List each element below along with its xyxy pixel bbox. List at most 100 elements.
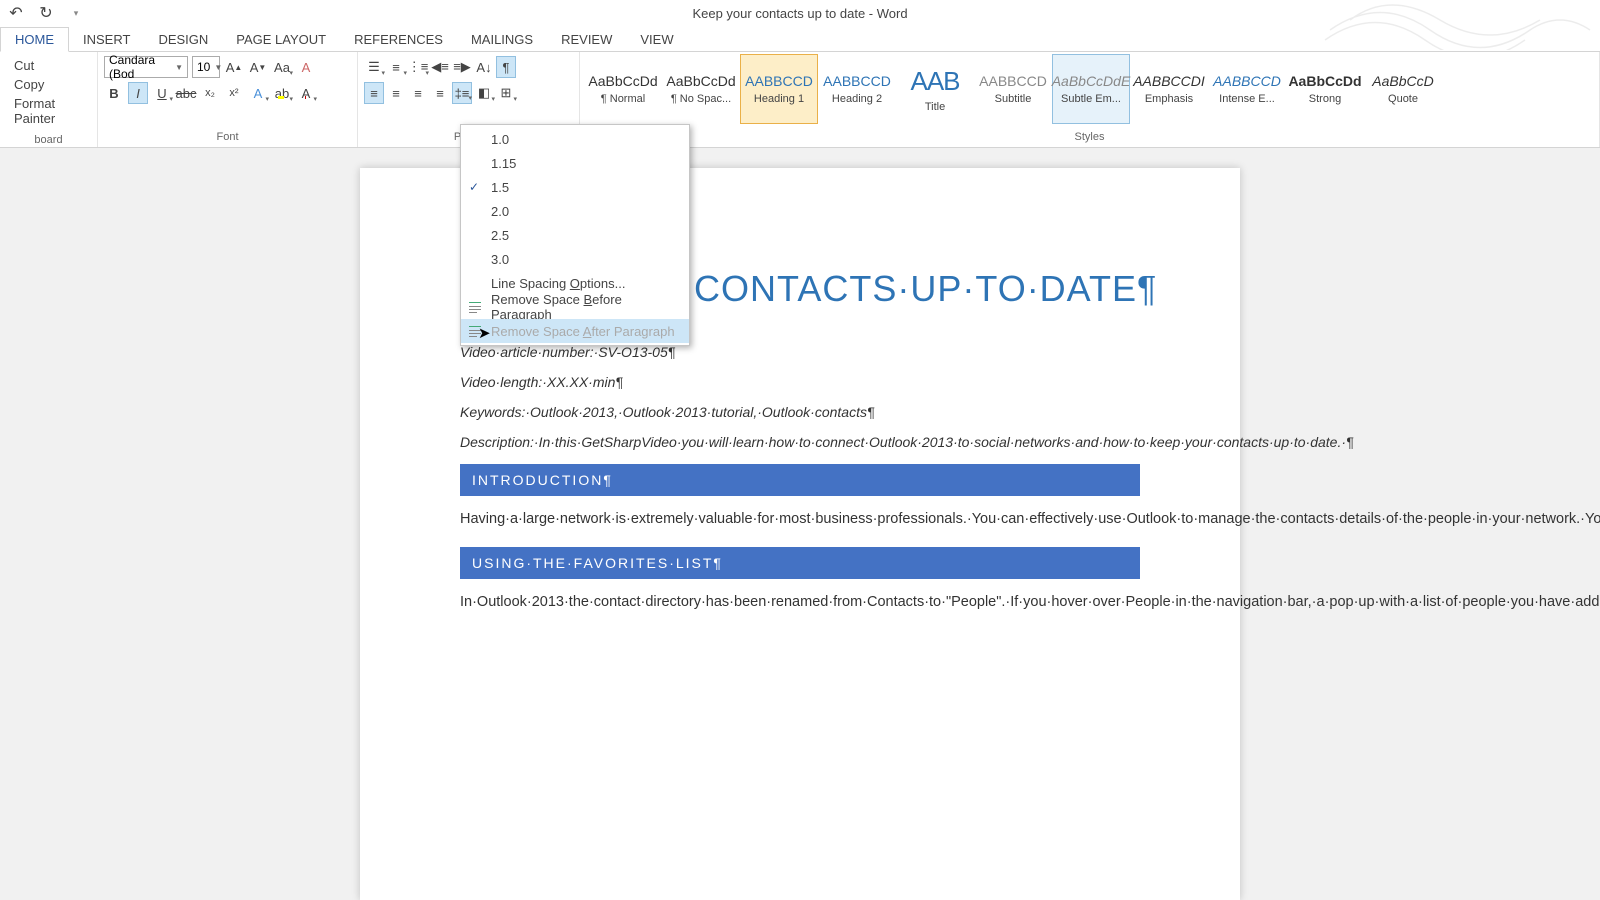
undo-icon[interactable]: ↶ [8, 5, 24, 21]
style-preview: AABBCCDI [1133, 73, 1205, 89]
align-left-button[interactable]: ≡ [364, 82, 384, 104]
change-case-button[interactable]: Aa▾ [272, 56, 292, 78]
style-preview: AaBbCcDd [588, 73, 657, 89]
borders-button[interactable]: ⊞▾ [496, 82, 516, 104]
line-spacing-option[interactable]: 1.15 [461, 151, 689, 175]
body-paragraph[interactable]: In·Outlook·2013·the·contact·directory·ha… [460, 589, 1140, 616]
qat-customize-icon[interactable]: ▾ [68, 5, 84, 21]
justify-button[interactable]: ≡ [430, 82, 450, 104]
highlight-button[interactable]: ab▾ [272, 82, 292, 104]
style-strong[interactable]: AaBbCcDd Strong [1286, 54, 1364, 124]
sort-button[interactable]: A↓ [474, 56, 494, 78]
increase-indent-button[interactable]: ≡▶ [452, 56, 472, 78]
styles-group-label: Styles [580, 129, 1599, 147]
tab-design[interactable]: DESIGN [144, 28, 222, 51]
redo-icon[interactable]: ↻ [38, 5, 54, 21]
document-area[interactable]: KEEP·YOUR·CONTACTS·UP·TO·DATE¶ Video·art… [0, 148, 1600, 900]
dropdown-item-label: 3.0 [491, 252, 509, 267]
style-label: ¶ No Spac... [671, 93, 731, 105]
show-hide-button[interactable]: ¶ [496, 56, 516, 78]
tab-home[interactable]: HOME [0, 27, 69, 52]
line-spacing-button[interactable]: ‡≡▾ [452, 82, 472, 104]
style-preview: AAB [910, 66, 959, 97]
style-preview: AaBbCcDd [1288, 73, 1361, 89]
tab-mailings[interactable]: MAILINGS [457, 28, 547, 51]
tab-review[interactable]: REVIEW [547, 28, 626, 51]
text-effects-button[interactable]: A▾ [248, 82, 268, 104]
style-preview: AABBCCD [823, 73, 891, 89]
italic-button[interactable]: I [128, 82, 148, 104]
window-title: Keep your contacts up to date - Word [692, 6, 907, 21]
multilevel-list-button[interactable]: ⋮≡▾ [408, 56, 428, 78]
style-emphasis[interactable]: AABBCCDIEmphasis [1130, 54, 1208, 124]
style-label: Heading 1 [754, 93, 804, 105]
title-bar: ↶ ↻ ▾ Keep your contacts up to date - Wo… [0, 0, 1600, 26]
meta-article-number[interactable]: Video·article·number:·SV-O13-05¶ [460, 344, 1140, 360]
align-right-button[interactable]: ≡ [408, 82, 428, 104]
style-intense-e-[interactable]: AABBCCDIntense E... [1208, 54, 1286, 124]
style-label: Quote [1388, 93, 1418, 105]
body-paragraph[interactable]: Having·a·large·network·is·extremely·valu… [460, 506, 1140, 533]
cut-button[interactable]: Cut [14, 58, 83, 73]
numbering-button[interactable]: ≡▾ [386, 56, 406, 78]
style-label: Subtitle [995, 93, 1032, 105]
shrink-font-button[interactable]: A▼ [248, 56, 268, 78]
style-heading-1[interactable]: AABBCCDHeading 1 [740, 54, 818, 124]
style-label: Heading 2 [832, 93, 882, 105]
line-spacing-option[interactable]: 2.0 [461, 199, 689, 223]
style-title[interactable]: AAB Title [896, 54, 974, 124]
chevron-down-icon: ▼ [214, 63, 222, 72]
style--normal[interactable]: AaBbCcDd¶ Normal [584, 54, 662, 124]
font-color-button[interactable]: A▾ [296, 82, 316, 104]
line-spacing-option[interactable]: Remove Space Before Paragraph [461, 295, 689, 319]
clear-formatting-button[interactable]: A [296, 56, 316, 78]
bullets-button[interactable]: ☰▾ [364, 56, 384, 78]
style-label: Subtle Em... [1061, 93, 1121, 105]
chevron-down-icon: ▼ [175, 63, 183, 72]
style-subtitle[interactable]: AABBCCD Subtitle [974, 54, 1052, 124]
line-spacing-option[interactable]: Remove Space After Paragraph [461, 319, 689, 343]
section-heading-introduction[interactable]: INTRODUCTION¶ [460, 464, 1140, 496]
line-spacing-option[interactable]: ✓1.5 [461, 175, 689, 199]
superscript-button[interactable]: x² [224, 82, 244, 104]
dropdown-item-label: 1.15 [491, 156, 516, 171]
font-name-combo[interactable]: Candara (Bod▼ [104, 56, 188, 78]
subscript-button[interactable]: x₂ [200, 82, 220, 104]
tab-insert[interactable]: INSERT [69, 28, 144, 51]
dropdown-item-label: 1.5 [491, 180, 509, 195]
dropdown-item-label: Remove Space Before Paragraph [491, 292, 681, 322]
style-subtle-em-[interactable]: AaBbCcDdESubtle Em... [1052, 54, 1130, 124]
font-size-combo[interactable]: 10▼ [192, 56, 220, 78]
style-heading-2[interactable]: AABBCCD Heading 2 [818, 54, 896, 124]
dropdown-item-label: 2.0 [491, 204, 509, 219]
tab-page-layout[interactable]: PAGE LAYOUT [222, 28, 340, 51]
shading-button[interactable]: ◧▾ [474, 82, 494, 104]
decorative-swirl [1320, 0, 1600, 50]
style-label: Strong [1309, 93, 1341, 105]
line-spacing-option[interactable]: 1.0 [461, 127, 689, 151]
style-label: Title [925, 101, 945, 113]
bold-button[interactable]: B [104, 82, 124, 104]
font-group-label: Font [98, 129, 357, 147]
strikethrough-button[interactable]: abc [176, 82, 196, 104]
decrease-indent-button[interactable]: ◀≡ [430, 56, 450, 78]
line-spacing-option[interactable]: 2.5 [461, 223, 689, 247]
meta-description[interactable]: Description:·In·this·GetSharpVideo·you·w… [460, 434, 1140, 450]
ribbon: Cut Copy Format Painter board Candara (B… [0, 52, 1600, 148]
clipboard-group-label: board [0, 132, 97, 150]
style-quote[interactable]: AaBbCcDQuote [1364, 54, 1442, 124]
grow-font-button[interactable]: A▲ [224, 56, 244, 78]
align-center-button[interactable]: ≡ [386, 82, 406, 104]
section-heading-favorites[interactable]: USING·THE·FAVORITES·LIST¶ [460, 547, 1140, 579]
style-preview: AABBCCD [979, 73, 1047, 89]
copy-button[interactable]: Copy [14, 77, 83, 92]
tab-references[interactable]: REFERENCES [340, 28, 457, 51]
format-painter-button[interactable]: Format Painter [14, 96, 83, 126]
underline-button[interactable]: U▾ [152, 82, 172, 104]
style--no-spac-[interactable]: AaBbCcDd¶ No Spac... [662, 54, 740, 124]
meta-keywords[interactable]: Keywords:·Outlook·2013,·Outlook·2013·tut… [460, 404, 1140, 420]
line-spacing-option[interactable]: 3.0 [461, 247, 689, 271]
cursor-icon: ➤ [478, 324, 491, 342]
meta-video-length[interactable]: Video·length:·XX.XX·min¶ [460, 374, 1140, 390]
tab-view[interactable]: VIEW [626, 28, 687, 51]
